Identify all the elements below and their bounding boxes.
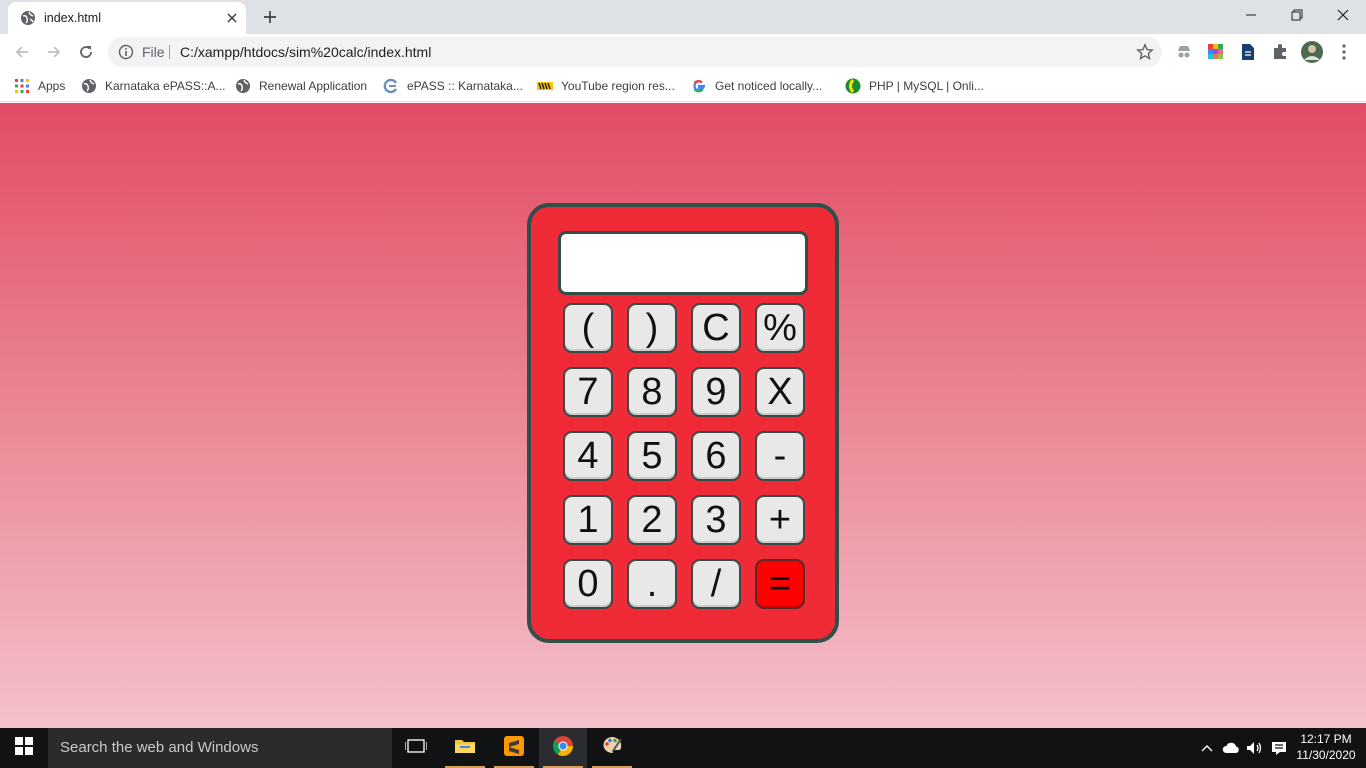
youtube-region-icon xyxy=(537,78,553,94)
globe-icon xyxy=(81,78,97,94)
folder-icon xyxy=(454,737,476,760)
tab-strip: index.html xyxy=(0,0,1366,34)
bookmark-label: Apps xyxy=(38,79,66,93)
key-1[interactable]: 1 xyxy=(563,495,613,545)
chevron-up-icon[interactable] xyxy=(1198,739,1216,757)
key-0[interactable]: 0 xyxy=(563,559,613,609)
key-3[interactable]: 3 xyxy=(691,495,741,545)
key-multiply[interactable]: X xyxy=(755,367,805,417)
close-tab-icon[interactable] xyxy=(222,8,242,28)
apps-grid-icon xyxy=(14,78,30,94)
file-explorer-app[interactable] xyxy=(441,728,489,768)
info-icon[interactable] xyxy=(118,44,134,60)
tab-title: index.html xyxy=(44,11,101,25)
calculator-display[interactable] xyxy=(558,231,808,295)
scheme-label: File xyxy=(142,44,165,60)
windows-logo-icon xyxy=(15,736,33,760)
key-5[interactable]: 5 xyxy=(627,431,677,481)
extensions-puzzle-icon[interactable] xyxy=(1271,43,1289,61)
sublime-text-app[interactable] xyxy=(490,728,538,768)
key-percent[interactable]: % xyxy=(755,303,805,353)
tab-index[interactable]: index.html xyxy=(8,2,246,34)
key-add[interactable]: + xyxy=(755,495,805,545)
url-text[interactable]: C:/xampp/htdocs/sim%20calc/index.html xyxy=(180,44,431,60)
bookmark-label: Renewal Application xyxy=(259,79,368,93)
calculator: ( ) C % 7 8 9 X 4 5 6 - 1 2 3 + 0 . / = xyxy=(527,203,839,643)
color-palette-extension-icon[interactable] xyxy=(1207,43,1225,61)
start-button[interactable] xyxy=(0,728,48,768)
document-extension-icon[interactable] xyxy=(1239,43,1257,61)
address-bar[interactable]: File C:/xampp/htdocs/sim%20calc/index.ht… xyxy=(108,37,1162,67)
key-8[interactable]: 8 xyxy=(627,367,677,417)
clock-time: 12:17 PM xyxy=(1300,732,1352,746)
bookmark-label: ePASS :: Karnataka... xyxy=(407,79,523,93)
key-subtract[interactable]: - xyxy=(755,431,805,481)
php-icon xyxy=(845,78,861,94)
taskbar-search-box[interactable]: Search the web and Windows xyxy=(48,728,392,768)
bookmark-youtube-region[interactable]: YouTube region res... xyxy=(537,77,675,95)
minimize-button[interactable] xyxy=(1228,0,1274,30)
clock-date: 11/30/2020 xyxy=(1296,748,1356,762)
bookmark-php-mysql[interactable]: PHP | MySQL | Onli... xyxy=(845,77,984,95)
key-open-paren[interactable]: ( xyxy=(563,303,613,353)
restore-button[interactable] xyxy=(1274,0,1320,30)
reload-button[interactable] xyxy=(72,38,100,66)
bookmark-apps[interactable]: Apps xyxy=(14,77,65,95)
taskbar: Search the web and Windows 12:17 PM 11/3… xyxy=(0,728,1366,768)
paint-app[interactable] xyxy=(588,728,636,768)
bookmark-renewal-application[interactable]: Renewal Application xyxy=(235,77,367,95)
bookmark-epass-karnataka[interactable]: ePASS :: Karnataka... xyxy=(383,77,523,95)
profile-avatar[interactable] xyxy=(1301,41,1323,63)
task-view-button[interactable] xyxy=(392,728,440,768)
back-button[interactable] xyxy=(8,38,36,66)
close-window-button[interactable] xyxy=(1320,0,1366,30)
search-placeholder: Search the web and Windows xyxy=(60,739,259,756)
bookmark-karnataka-epass[interactable]: Karnataka ePASS::A... xyxy=(81,77,226,95)
bookmark-get-noticed[interactable]: Get noticed locally... xyxy=(691,77,822,95)
key-2[interactable]: 2 xyxy=(627,495,677,545)
key-4[interactable]: 4 xyxy=(563,431,613,481)
bookmark-label: PHP | MySQL | Onli... xyxy=(869,79,984,93)
action-center-icon[interactable] xyxy=(1270,739,1288,757)
bookmark-label: Get noticed locally... xyxy=(715,79,823,93)
volume-icon[interactable] xyxy=(1245,739,1263,757)
key-7[interactable]: 7 xyxy=(563,367,613,417)
forward-button[interactable] xyxy=(40,38,68,66)
bookmarks-bar: Apps Karnataka ePASS::A... Renewal Appli… xyxy=(0,70,1366,102)
globe-icon xyxy=(20,10,36,26)
browser-toolbar: File C:/xampp/htdocs/sim%20calc/index.ht… xyxy=(0,34,1366,70)
key-close-paren[interactable]: ) xyxy=(627,303,677,353)
key-decimal[interactable]: . xyxy=(627,559,677,609)
key-6[interactable]: 6 xyxy=(691,431,741,481)
bookmark-star-icon[interactable] xyxy=(1136,43,1154,61)
globe-icon xyxy=(235,78,251,94)
google-icon xyxy=(691,78,707,94)
sublime-text-icon xyxy=(503,735,525,762)
divider xyxy=(169,45,170,59)
task-view-icon xyxy=(404,738,428,759)
onedrive-cloud-icon[interactable] xyxy=(1222,739,1240,757)
system-clock[interactable]: 12:17 PM 11/30/2020 xyxy=(1296,731,1356,763)
key-9[interactable]: 9 xyxy=(691,367,741,417)
new-tab-button[interactable] xyxy=(258,5,282,29)
epass-icon xyxy=(383,78,399,94)
key-divide[interactable]: / xyxy=(691,559,741,609)
incognito-extension-icon[interactable] xyxy=(1175,43,1193,61)
bookmark-label: Karnataka ePASS::A... xyxy=(105,79,226,93)
paint-palette-icon xyxy=(601,735,623,762)
key-clear[interactable]: C xyxy=(691,303,741,353)
key-equals[interactable]: = xyxy=(755,559,805,609)
bookmark-label: YouTube region res... xyxy=(561,79,675,93)
chrome-app[interactable] xyxy=(539,728,587,768)
page-content: ( ) C % 7 8 9 X 4 5 6 - 1 2 3 + 0 . / = xyxy=(0,103,1366,728)
chrome-icon xyxy=(552,735,574,762)
menu-kebab-icon[interactable] xyxy=(1335,43,1353,61)
